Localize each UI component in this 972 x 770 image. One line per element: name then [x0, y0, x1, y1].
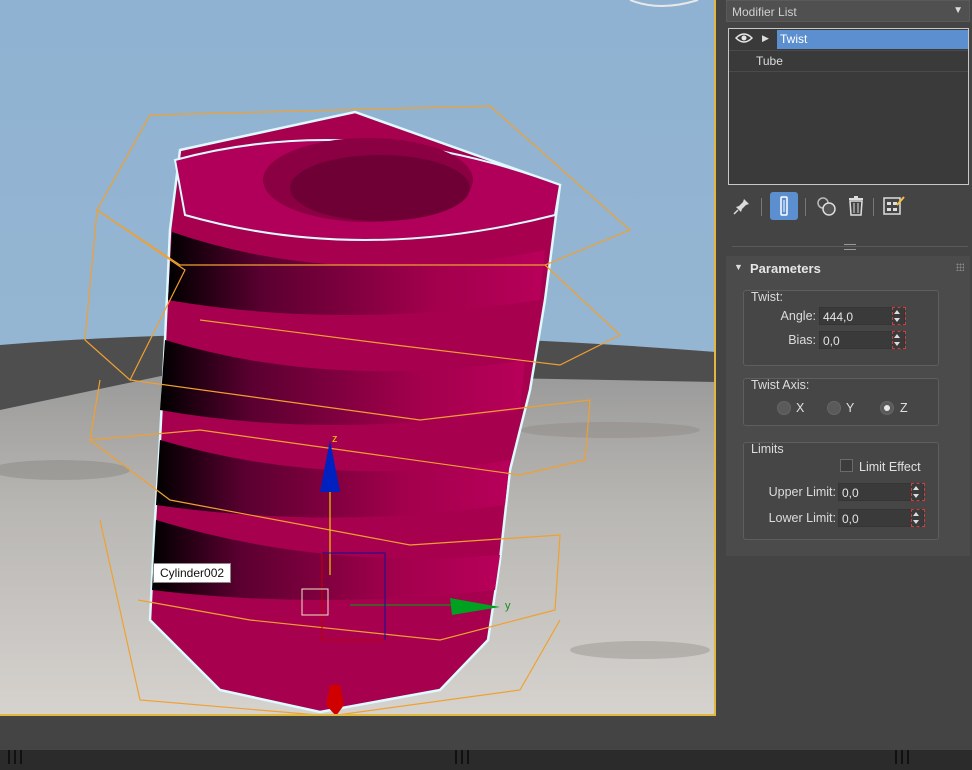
bias-label: Bias: [788, 333, 816, 347]
remove-modifier-icon[interactable] [842, 192, 870, 220]
parameters-rollout-header[interactable]: ▼ Parameters [726, 256, 970, 280]
modifier-list-label: Modifier List [732, 5, 797, 19]
twist-group-title: Twist: [751, 290, 783, 304]
lower-limit-spinner[interactable]: 0,0 [838, 509, 925, 527]
configure-modifier-sets-icon[interactable] [880, 192, 908, 220]
timeline-track[interactable] [0, 750, 972, 770]
axis-x-label: X [796, 401, 805, 415]
axis-x-radio[interactable] [777, 401, 791, 415]
axis-z-label: Z [900, 401, 908, 415]
limit-effect-checkbox[interactable] [840, 459, 853, 472]
gizmo-y-label: y [505, 600, 511, 612]
stack-toolbar [728, 192, 968, 224]
pin-stack-icon[interactable] [728, 192, 756, 220]
gizmo-z-label: z [332, 433, 338, 445]
twist-axis-title: Twist Axis: [751, 378, 810, 392]
twist-axis-group: Twist Axis: X Y Z [743, 378, 939, 426]
eye-icon[interactable] [734, 32, 754, 47]
make-unique-icon[interactable] [812, 192, 840, 220]
panel-divider[interactable] [732, 244, 968, 250]
upper-limit-label: Upper Limit: [768, 485, 836, 499]
show-end-result-icon[interactable] [770, 192, 798, 220]
object-name-tooltip: Cylinder002 [153, 563, 232, 583]
axis-y-radio[interactable] [827, 401, 841, 415]
modifier-stack[interactable]: ▶ Twist Tube [728, 28, 969, 185]
stack-item-label: Twist [780, 32, 808, 46]
limits-title: Limits [751, 442, 784, 456]
upper-limit-value: 0,0 [842, 486, 859, 500]
stack-item-tube[interactable]: Tube [729, 50, 968, 72]
bias-spinner[interactable]: 0,0 [819, 331, 906, 349]
stack-item-label: Tube [756, 54, 783, 68]
bias-value: 0,0 [823, 334, 840, 348]
expand-triangle-icon[interactable]: ▶ [762, 33, 769, 44]
angle-label: Angle: [780, 309, 816, 323]
lower-limit-value: 0,0 [842, 512, 859, 526]
parameters-rollout: ▼ Parameters Twist: Angle: 444,0 Bias: 0… [726, 256, 970, 556]
collapse-triangle-icon[interactable]: ▼ [734, 262, 743, 272]
axis-z-radio[interactable] [880, 401, 894, 415]
angle-value: 444,0 [823, 310, 854, 324]
twist-group: Twist: Angle: 444,0 Bias: 0,0 [743, 290, 939, 366]
rollout-title: Parameters [750, 261, 821, 276]
modify-panel: Modifier List ▼ ▶ Twist Tube ▼ Parameter… [718, 0, 972, 750]
limit-effect-label: Limit Effect [859, 460, 921, 474]
angle-spinner[interactable]: 444,0 [819, 307, 906, 325]
axis-y-label: Y [846, 401, 855, 415]
limits-group: Limits Limit Effect Upper Limit: 0,0 Low… [743, 442, 939, 540]
lower-limit-label: Lower Limit: [768, 511, 836, 525]
viewport-scene: z y [0, 0, 716, 716]
perspective-viewport[interactable]: z y Cylinder002 [0, 0, 716, 716]
stack-item-twist[interactable]: ▶ Twist [729, 29, 968, 49]
rollout-grip-icon[interactable] [956, 263, 964, 271]
upper-limit-spinner[interactable]: 0,0 [838, 483, 925, 501]
modifier-list-dropdown[interactable]: Modifier List ▼ [726, 0, 970, 22]
dropdown-arrow-icon: ▼ [953, 5, 963, 16]
